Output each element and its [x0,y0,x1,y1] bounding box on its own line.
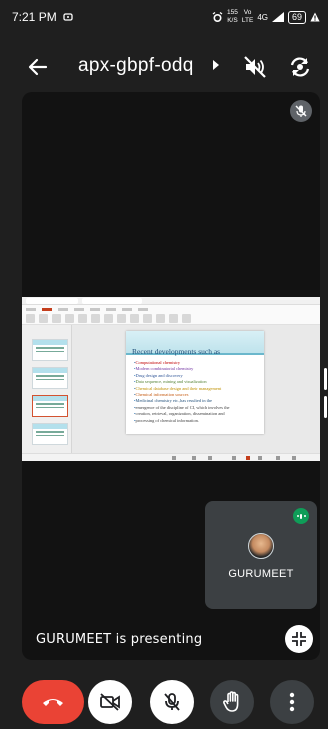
data-speed: 155 K/S [227,9,238,25]
meeting-header: apx-gbpf-odq [0,44,328,88]
end-call-button[interactable] [22,680,84,724]
presenting-label: GURUMEET is presenting [36,632,203,647]
caret-right-icon[interactable] [212,59,220,71]
speaking-indicator-icon [293,508,309,524]
speaker-off-icon[interactable] [242,54,268,80]
raise-hand-icon [223,691,239,712]
status-time: 7:21 PM [12,10,57,24]
shared-window-titlebar [22,297,320,305]
volte-indicator: Vo LTE [242,9,253,25]
back-arrow-icon[interactable] [26,55,50,79]
slide-bullet-continuation: processing of chemical information. [134,418,264,424]
participant-tile[interactable]: GURUMEET [205,501,317,609]
collapse-icon [292,632,306,646]
slide-thumbnail [32,339,68,361]
battery-indicator: 69 [287,10,306,24]
slide-heading-band: Recent developments such as [126,331,264,356]
slide-thumbnail-selected [32,395,68,417]
alarm-icon [212,11,223,22]
shared-window-statusbar [22,453,320,461]
scroll-indicator [324,368,327,390]
network-type: 4G [257,12,268,22]
mic-off-icon [295,105,307,117]
participant-name: GURUMEET [228,568,294,580]
call-controls [0,676,328,724]
mic-off-icon [164,693,180,711]
meeting-code[interactable]: apx-gbpf-odq [78,55,194,77]
raise-hand-button[interactable] [210,680,254,724]
scroll-indicator [324,396,327,418]
speed-unit: K/S [227,17,238,24]
collapse-button[interactable] [285,625,313,653]
shared-window-ribbon [22,305,320,325]
switch-camera-icon[interactable] [287,54,313,80]
more-options-button[interactable] [270,680,314,724]
slide-thumbnails [22,325,72,453]
warning-icon [310,12,320,22]
presenter-muted-badge [290,100,312,122]
shared-window-body: Recent developments such as Computationa… [22,325,320,453]
more-options-icon [289,692,295,712]
camera-toggle-button[interactable] [88,680,132,724]
status-bar: 7:21 PM 155 K/S Vo LTE 4G 69 [0,0,328,34]
slide-thumbnail [32,367,68,389]
current-slide: Recent developments such as Computationa… [126,331,264,434]
speed-value: 155 [227,9,238,16]
slide-bullets: Computational chemistry Modern combinato… [126,355,264,424]
mic-toggle-button[interactable] [150,680,194,724]
shared-window-tab [82,297,142,304]
volte-bottom: LTE [241,17,254,24]
shared-screen[interactable]: Recent developments such as Computationa… [22,297,320,461]
volte-top: Vo [243,9,252,16]
avatar [248,533,274,559]
slide-thumbnail [32,423,68,445]
slide-heading: Recent developments such as [132,347,221,356]
camera-off-icon [100,693,120,711]
end-call-icon [43,699,63,706]
signal-icon [271,12,284,22]
shared-window-tab [26,297,78,304]
notification-icon [63,12,73,21]
